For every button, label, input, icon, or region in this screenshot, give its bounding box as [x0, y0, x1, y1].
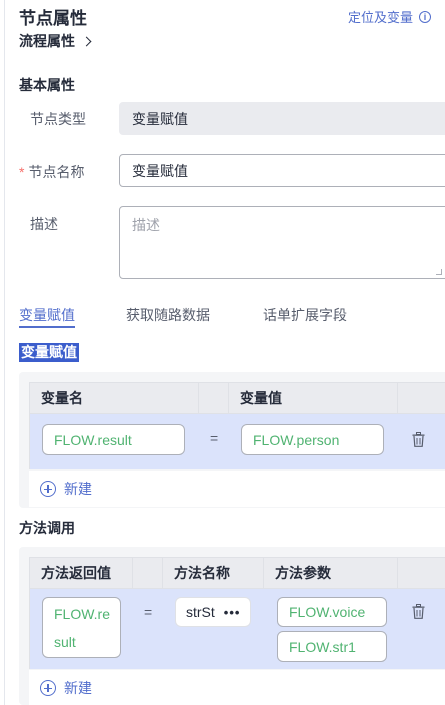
panel-border — [4, 0, 5, 705]
tab-active-indicator — [19, 326, 75, 328]
locate-variables-label: 定位及变量 — [348, 10, 414, 25]
trash-icon[interactable] — [412, 604, 425, 619]
equals-sign: = — [210, 430, 219, 446]
assign-card: 变量名 变量值 FLOW.result = FLOW.person 新建 — [19, 372, 445, 508]
variable-name-input[interactable]: FLOW.result — [42, 424, 185, 455]
plus-circle-icon — [40, 481, 56, 497]
assign-section-label: 变量赋值 — [19, 343, 79, 362]
add-method-label: 新建 — [64, 680, 92, 696]
flow-properties-link[interactable]: 流程属性 — [19, 31, 92, 51]
info-icon[interactable]: i — [419, 10, 432, 23]
column-header-variable-name: 变量名 — [30, 383, 199, 413]
variable-value-value: FLOW.person — [253, 431, 340, 448]
column-header-return-value: 方法返回值 — [30, 558, 133, 588]
table-row[interactable]: FLOW.re sult = strSt ••• FLOW.voice FLOW… — [29, 589, 445, 669]
node-name-label-text: 节点名称 — [28, 164, 85, 180]
description-placeholder: 描述 — [132, 217, 160, 233]
more-icon[interactable]: ••• — [224, 605, 241, 620]
panel-title: 节点属性 — [19, 9, 87, 28]
method-name-value: strSt — [186, 604, 215, 620]
column-header-variable-value: 变量值 — [229, 383, 398, 413]
locate-variables-link[interactable]: 定位及变量 i — [348, 7, 432, 26]
add-assignment-button[interactable]: 新建 — [29, 471, 445, 507]
tab-variable-assign[interactable]: 变量赋值 — [19, 305, 75, 325]
node-type-value: 变量赋值 — [132, 110, 188, 127]
method-section-title: 方法调用 — [19, 520, 75, 536]
table-row[interactable]: FLOW.result = FLOW.person — [29, 414, 445, 469]
add-method-button[interactable]: 新建 — [29, 670, 445, 705]
required-mark: * — [19, 164, 25, 180]
node-name-value: 变量赋值 — [132, 162, 188, 179]
tab-cdr-extension[interactable]: 话单扩展字段 — [263, 305, 347, 325]
node-name-input[interactable]: 变量赋值 — [119, 154, 445, 187]
method-name-select[interactable]: strSt ••• — [175, 597, 251, 627]
variable-value-input[interactable]: FLOW.person — [241, 424, 384, 455]
method-param-value: FLOW.str1 — [289, 638, 356, 655]
return-value-line-2: sult — [54, 633, 76, 650]
column-header-method-name: 方法名称 — [163, 558, 264, 588]
assign-table-header: 变量名 变量值 — [29, 382, 445, 414]
method-param-input[interactable]: FLOW.voice — [277, 597, 387, 627]
node-name-label: * 节点名称 — [19, 162, 84, 182]
method-param-value: FLOW.voice — [289, 604, 366, 620]
description-label: 描述 — [30, 216, 58, 232]
node-type-field: 变量赋值 — [119, 102, 445, 135]
node-type-label: 节点类型 — [30, 111, 86, 127]
resize-handle-icon[interactable] — [436, 269, 442, 275]
column-header-method-params: 方法参数 — [264, 558, 398, 588]
basic-section-title: 基本属性 — [19, 77, 75, 93]
method-card: 方法返回值 方法名称 方法参数 FLOW.re sult = strSt •••… — [19, 547, 445, 705]
return-value-input[interactable]: FLOW.re sult — [42, 597, 121, 658]
chevron-right-icon — [81, 36, 92, 46]
method-table-header: 方法返回值 方法名称 方法参数 — [29, 557, 445, 589]
variable-name-value: FLOW.result — [54, 431, 132, 448]
plus-circle-icon — [40, 680, 56, 696]
method-param-input[interactable]: FLOW.str1 — [277, 631, 387, 662]
flow-properties-label: 流程属性 — [19, 33, 75, 49]
add-assignment-label: 新建 — [64, 481, 92, 497]
trash-icon[interactable] — [412, 432, 425, 447]
column-header-operator — [199, 383, 229, 413]
description-textarea[interactable]: 描述 — [119, 206, 445, 279]
column-header-operator — [133, 558, 163, 588]
equals-sign: = — [144, 604, 153, 620]
return-value-line-1: FLOW.re — [54, 605, 111, 622]
tab-get-route-data[interactable]: 获取随路数据 — [126, 305, 210, 325]
